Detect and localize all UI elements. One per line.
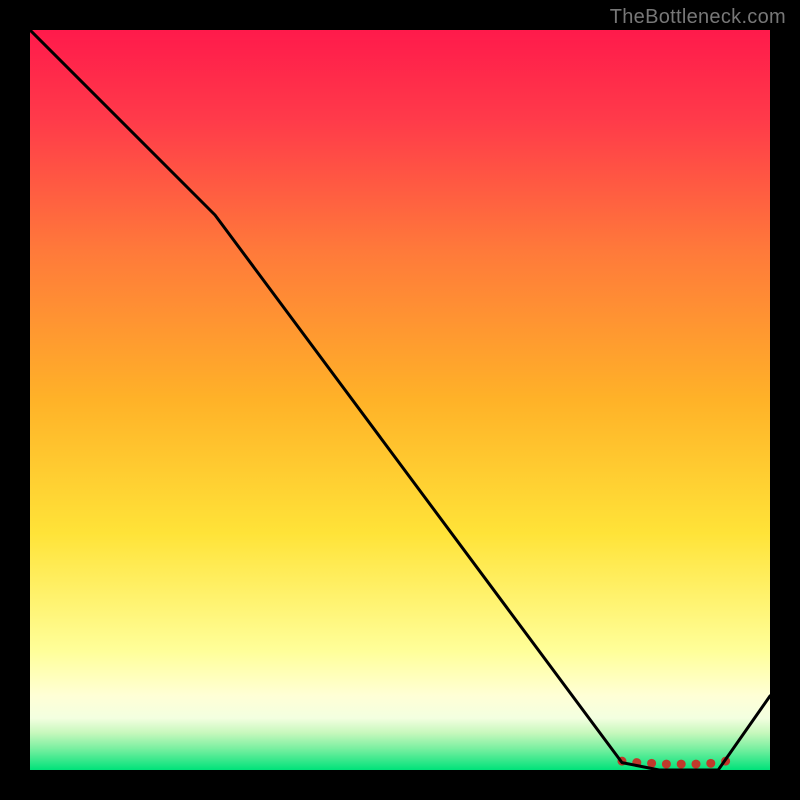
data-dot [706,759,715,768]
chart-svg [30,30,770,770]
data-dot [662,760,671,769]
data-dot [677,760,686,769]
chart-frame: TheBottleneck.com [0,0,800,800]
plot-area [30,30,770,770]
data-dot [692,760,701,769]
attribution-label: TheBottleneck.com [610,6,786,29]
